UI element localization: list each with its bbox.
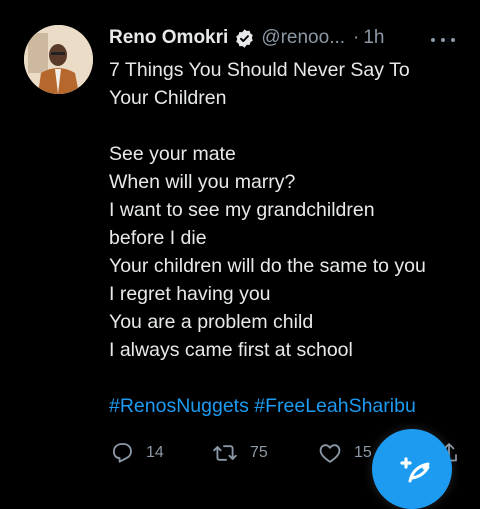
- tweet[interactable]: Reno Omokri @renoo... · 1h 7 Things You …: [0, 0, 480, 509]
- tweet-text: 7 Things You Should Never Say To Your Ch…: [109, 56, 469, 420]
- more-options-icon[interactable]: [431, 30, 455, 50]
- timestamp[interactable]: 1h: [363, 26, 384, 50]
- tweet-line: I regret having you: [109, 283, 271, 305]
- retweet-button[interactable]: 75: [211, 436, 268, 470]
- like-count: 15: [354, 444, 372, 461]
- tweet-line: You are a problem child: [109, 311, 314, 333]
- compose-tweet-icon: [392, 449, 436, 498]
- tweet-line: I always came first at school: [109, 339, 353, 361]
- reply-button[interactable]: 14: [109, 436, 164, 470]
- reply-count: 14: [146, 444, 164, 461]
- tweet-line: Your children will do the same to you: [109, 255, 426, 277]
- tweet-line: before I die: [109, 227, 207, 249]
- separator-dot: ·: [353, 27, 360, 48]
- retweet-count: 75: [250, 444, 268, 461]
- hashtag-links[interactable]: #RenosNuggets #FreeLeahSharibu: [109, 392, 469, 420]
- tweet-line: When will you marry?: [109, 171, 296, 193]
- author-name[interactable]: Reno Omokri: [109, 26, 228, 50]
- author-handle[interactable]: @renoo...: [261, 26, 345, 50]
- tweet-header: Reno Omokri @renoo... · 1h: [109, 26, 385, 50]
- verified-badge-icon: [234, 28, 255, 49]
- tweet-line: Your Children: [109, 87, 227, 109]
- avatar[interactable]: [24, 25, 93, 94]
- tweet-line: See your mate: [109, 143, 236, 165]
- retweet-icon: [211, 440, 239, 466]
- like-button[interactable]: 15: [317, 436, 372, 470]
- tweet-line: 7 Things You Should Never Say To: [109, 59, 410, 81]
- like-icon: [317, 440, 343, 466]
- reply-icon: [109, 440, 135, 466]
- compose-tweet-button[interactable]: [372, 429, 452, 509]
- tweet-line: I want to see my grandchildren: [109, 199, 375, 221]
